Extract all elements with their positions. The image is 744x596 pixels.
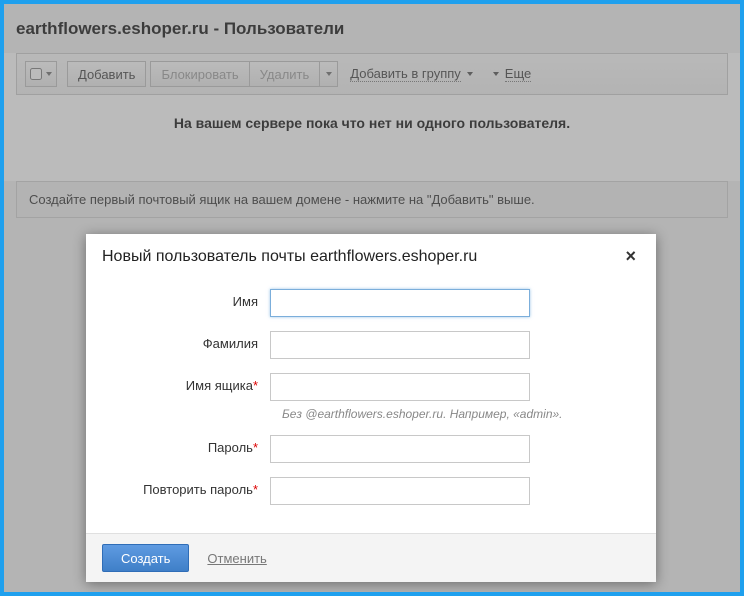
first-name-label: Имя: [110, 289, 270, 309]
password-input[interactable]: [270, 435, 530, 463]
close-icon[interactable]: ×: [621, 246, 640, 267]
create-button[interactable]: Создать: [102, 544, 189, 572]
last-name-input[interactable]: [270, 331, 530, 359]
cancel-link[interactable]: Отменить: [207, 551, 266, 566]
first-name-input[interactable]: [270, 289, 530, 317]
password-confirm-input[interactable]: [270, 477, 530, 505]
mailbox-label: Имя ящика*: [110, 373, 270, 393]
dialog-title: Новый пользователь почты earthflowers.es…: [102, 248, 477, 266]
mailbox-input[interactable]: [270, 373, 530, 401]
new-user-dialog: Новый пользователь почты earthflowers.es…: [86, 234, 656, 582]
mailbox-hint: Без @earthflowers.eshoper.ru. Например, …: [282, 407, 632, 421]
password-label: Пароль*: [110, 435, 270, 455]
password-confirm-label: Повторить пароль*: [110, 477, 270, 497]
last-name-label: Фамилия: [110, 331, 270, 351]
